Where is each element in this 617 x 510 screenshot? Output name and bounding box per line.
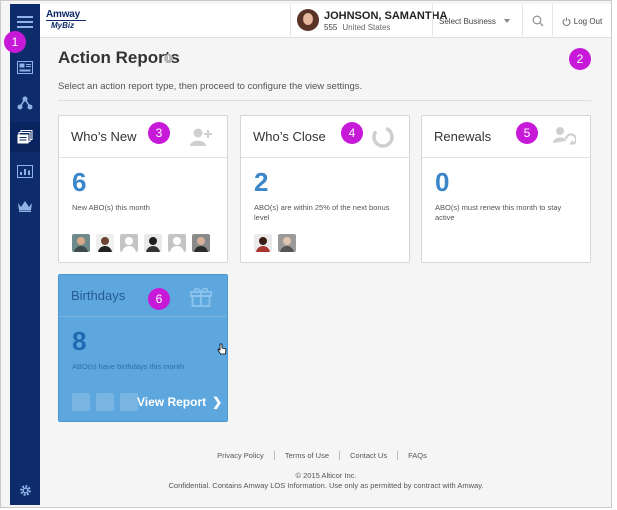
avatar[interactable] <box>278 234 296 252</box>
avatar[interactable] <box>72 234 90 252</box>
info-icon[interactable]: i <box>164 54 173 63</box>
birthdays-card[interactable]: Birthdays 8 ABO(s) have birthdays this m… <box>58 274 228 422</box>
avatar <box>96 393 114 411</box>
whos-close-card[interactable]: Who’s Close 2 ABO(s) are within 25% of t… <box>240 115 410 263</box>
renewals-card[interactable]: Renewals 0 ABO(s) must renew this month … <box>421 115 591 263</box>
renew-person-icon <box>553 127 576 146</box>
menu-icon <box>17 16 33 28</box>
select-business-label: Select Business <box>439 16 496 26</box>
divider <box>339 451 340 460</box>
search-button[interactable] <box>522 4 552 38</box>
reports-icon <box>17 130 33 144</box>
card-title: Renewals <box>434 129 492 144</box>
card-description: New ABO(s) this month <box>72 203 150 212</box>
card-header: Renewals <box>422 116 590 158</box>
nav-analytics[interactable] <box>10 156 40 186</box>
nav-action-reports[interactable] <box>10 122 40 152</box>
search-icon <box>532 15 543 27</box>
whos-new-card[interactable]: Who’s New 6 New ABO(s) this month <box>58 115 228 263</box>
avatar-list <box>72 234 210 252</box>
callout-marker: 3 <box>148 122 170 144</box>
card-description: ABO(s) have birthdays this month <box>72 362 185 371</box>
avatar[interactable] <box>192 234 210 252</box>
card-title: Who’s Close <box>253 129 326 144</box>
logo-product: MyBiz <box>51 21 75 30</box>
gift-icon <box>190 287 212 307</box>
card-header: Who’s New <box>59 116 227 158</box>
crown-icon <box>18 201 32 212</box>
network-icon <box>17 96 33 110</box>
confidentiality-notice: Confidential. Contains Amway LOS Informa… <box>168 481 484 490</box>
avatar <box>72 393 90 411</box>
user-meta: 555 United States <box>324 23 390 32</box>
card-header: Who’s Close <box>241 116 409 158</box>
card-title: Who’s New <box>71 129 137 144</box>
card-description: ABO(s) must renew this month to stay act… <box>435 203 562 222</box>
top-header: Amway MyBiz JOHNSON, SAMANTHA 555 United … <box>40 4 611 38</box>
chevron-right-icon: ❯ <box>212 395 223 409</box>
faqs-link[interactable]: FAQs <box>408 451 427 460</box>
user-avatar <box>297 9 319 31</box>
amway-mybiz-logo[interactable]: Amway MyBiz <box>46 9 86 31</box>
card-title: Birthdays <box>71 288 126 303</box>
avatar[interactable] <box>254 234 272 252</box>
nav-network[interactable] <box>10 88 40 118</box>
logout-label: Log Out <box>573 16 603 26</box>
card-count: 2 <box>254 167 269 197</box>
avatar-list <box>72 393 138 411</box>
card-count: 6 <box>72 167 87 197</box>
avatar-list <box>254 234 296 252</box>
terms-of-use-link[interactable]: Terms of Use <box>285 451 329 460</box>
select-business-dropdown[interactable]: Select Business <box>432 4 522 38</box>
dashboard-icon <box>17 60 33 74</box>
footer-links: Privacy Policy Terms of Use Contact Us F… <box>196 451 448 460</box>
divider <box>397 451 399 460</box>
logout-button[interactable]: Log Out <box>552 4 611 38</box>
power-icon <box>562 16 571 26</box>
card-header: Birthdays <box>59 275 227 317</box>
chart-icon <box>17 164 33 178</box>
avatar <box>120 393 138 411</box>
nav-achievements[interactable] <box>10 191 40 221</box>
left-nav-rail <box>10 4 40 505</box>
copyright-text: © 2015 Alticor Inc. <box>295 471 357 480</box>
progress-ring-icon <box>372 126 394 148</box>
page-title: Action Reports <box>58 48 180 67</box>
card-count: 0 <box>435 167 450 197</box>
chevron-down-icon <box>503 19 510 23</box>
add-person-icon <box>190 128 212 146</box>
callout-marker: 4 <box>341 122 363 144</box>
page-subtitle: Select an action report type, then proce… <box>58 81 363 92</box>
avatar[interactable] <box>168 234 186 252</box>
user-country: United States <box>342 23 391 32</box>
view-report-button[interactable]: View Report ❯ <box>137 395 222 409</box>
contact-us-link[interactable]: Contact Us <box>350 451 387 460</box>
divider <box>58 100 591 101</box>
user-id: 555 <box>324 23 338 32</box>
divider <box>273 451 275 460</box>
callout-marker: 1 <box>4 31 26 53</box>
callout-marker: 6 <box>148 288 170 310</box>
privacy-policy-link[interactable]: Privacy Policy <box>217 451 264 460</box>
nav-dashboard[interactable] <box>10 52 40 82</box>
card-count: 8 <box>72 326 87 356</box>
callout-marker: 5 <box>516 122 538 144</box>
view-report-label: View Report <box>137 395 207 409</box>
avatar[interactable] <box>120 234 138 252</box>
logo-wordmark: Amway <box>46 9 86 21</box>
avatar[interactable] <box>96 234 114 252</box>
user-account[interactable]: JOHNSON, SAMANTHA 555 United States <box>290 4 447 38</box>
avatar[interactable] <box>144 234 162 252</box>
card-description: ABO(s) are within 25% of the next bonus … <box>254 203 390 222</box>
hand-cursor-icon <box>217 343 227 355</box>
user-name: JOHNSON, SAMANTHA <box>324 10 448 22</box>
callout-marker: 2 <box>569 48 591 70</box>
